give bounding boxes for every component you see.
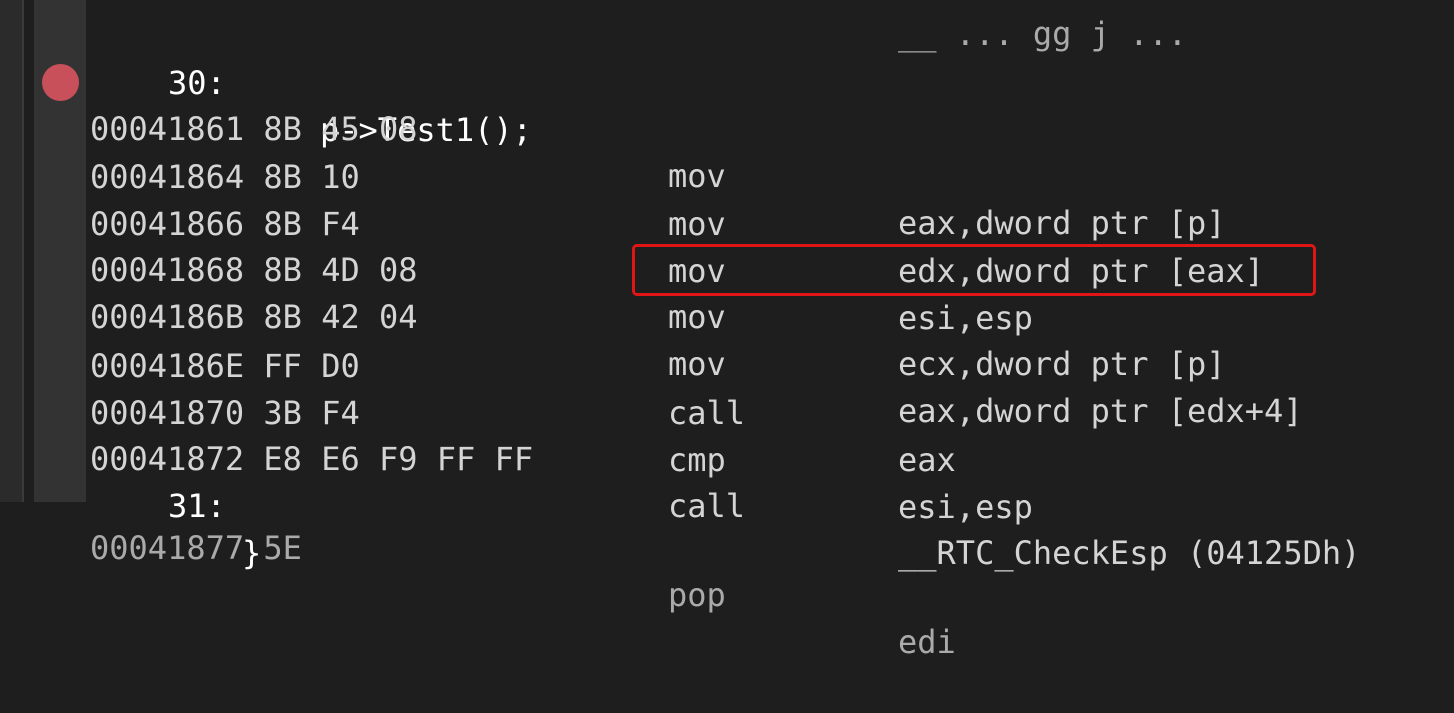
edge-divider xyxy=(22,0,24,502)
instruction-row[interactable]: 00041864 8B 10 mov edx,dword ptr [eax] xyxy=(90,107,1454,290)
instruction-row[interactable]: 00041870 3B F4 cmp esi,esp xyxy=(90,343,1454,526)
instruction-row[interactable]: 0004186E FF D0 call eax xyxy=(90,296,1454,479)
source-line-30: 30: p->Test1(); xyxy=(90,13,1454,149)
source-line-31: 31: } xyxy=(90,436,1454,572)
clipped-bottom-address: 00041877 5E xyxy=(90,529,302,567)
disassembly-window: __ ... gg j ... 30: p->Test1(); 00041861… xyxy=(0,0,1454,661)
left-edge-panel xyxy=(0,0,22,502)
instruction-row[interactable]: 00041868 8B 4D 08 mov ecx,dword ptr [p] xyxy=(90,200,1454,383)
instruction-row[interactable]: 00041866 8B F4 mov esi,esp xyxy=(90,154,1454,337)
breakpoint-icon[interactable] xyxy=(42,64,79,101)
clipped-bottom-mnemonic: pop xyxy=(668,576,726,614)
clipped-top-line: __ ... gg j ... xyxy=(90,0,1454,53)
highlight-annotation-box xyxy=(632,244,1316,296)
instruction-operands: __RTC_CheckEsp (04125Dh) xyxy=(898,534,1361,572)
instruction-row[interactable]: 00041861 8B 45 08 mov eax,dword ptr [p] xyxy=(90,59,1454,242)
instruction-row[interactable]: 00041872 E8 E6 F9 FF FF call __RTC_Check… xyxy=(90,389,1454,572)
clipped-bottom-operands: edi xyxy=(898,623,956,661)
